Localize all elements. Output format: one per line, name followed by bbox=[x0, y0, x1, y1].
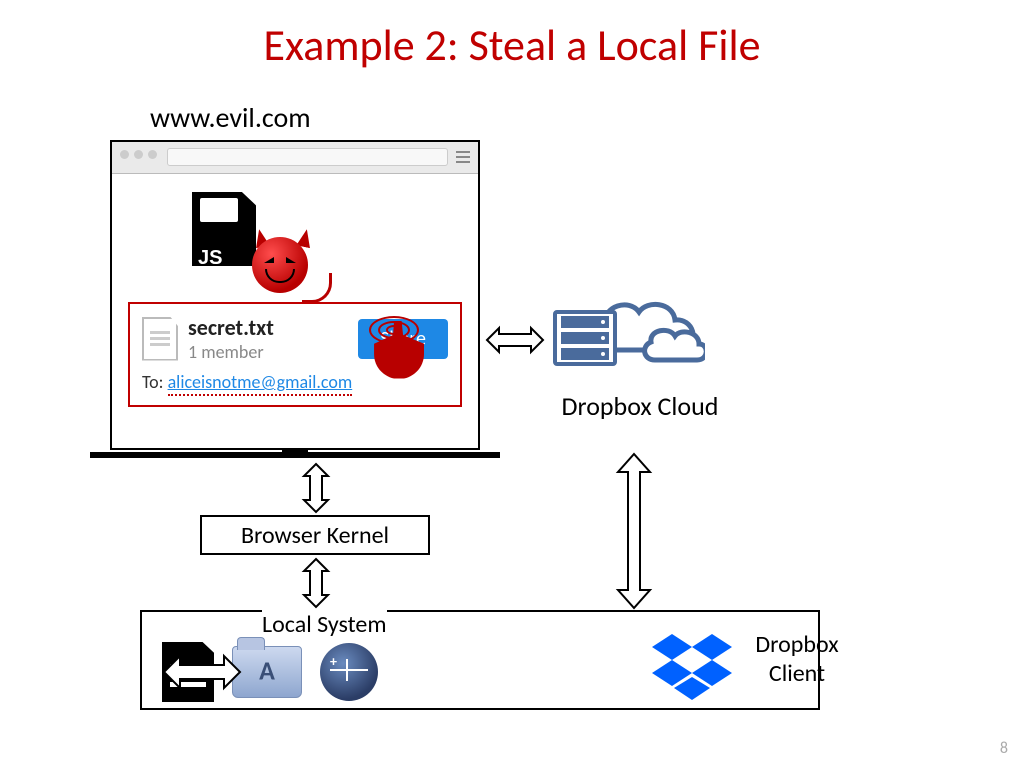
share-members: 1 member bbox=[188, 341, 274, 363]
window-controls bbox=[120, 150, 157, 159]
local-system-label: Local System bbox=[262, 610, 387, 639]
share-filename: secret.txt bbox=[188, 314, 274, 341]
browser-kernel-box: Browser Kernel bbox=[200, 515, 430, 555]
browser-chrome bbox=[112, 142, 478, 174]
share-dialog: secret.txt 1 member Share To: aliceisnot… bbox=[128, 302, 462, 407]
url-label: www.evil.com bbox=[150, 100, 311, 135]
activity-disk-icon: + bbox=[320, 643, 378, 701]
js-label: JS bbox=[198, 247, 222, 270]
arrow-local-dropbox bbox=[162, 649, 242, 695]
applications-folder-icon: A bbox=[232, 646, 302, 698]
browser-kernel-label: Browser Kernel bbox=[241, 521, 389, 550]
cloud-server-icon bbox=[545, 290, 705, 380]
to-label: To: bbox=[142, 371, 163, 393]
dropbox-client-label: Dropbox Client bbox=[742, 630, 852, 688]
server-icon bbox=[553, 310, 617, 366]
monitor-stand bbox=[90, 452, 500, 458]
local-system-box: Local System A + Dropbox Client bbox=[140, 610, 820, 710]
arrow-cloud-client bbox=[610, 452, 658, 610]
page-number: 8 bbox=[1000, 739, 1008, 758]
dropbox-cloud-label: Dropbox Cloud bbox=[560, 390, 720, 422]
devil-icon bbox=[252, 237, 314, 299]
share-email: aliceisnotme@gmail.com bbox=[168, 371, 353, 396]
browser-window: JS secret.txt 1 member Share To: aliceis… bbox=[110, 140, 480, 450]
dropbox-logo-icon bbox=[652, 632, 732, 702]
address-bar bbox=[167, 148, 448, 166]
arrow-kernel-local bbox=[296, 557, 336, 609]
share-button[interactable]: Share bbox=[358, 319, 448, 359]
arrow-browser-kernel bbox=[296, 462, 336, 514]
hamburger-icon bbox=[456, 151, 470, 163]
arrow-browser-cloud bbox=[485, 320, 545, 360]
file-icon bbox=[142, 317, 178, 361]
slide-title: Example 2: Steal a Local File bbox=[0, 0, 1024, 72]
